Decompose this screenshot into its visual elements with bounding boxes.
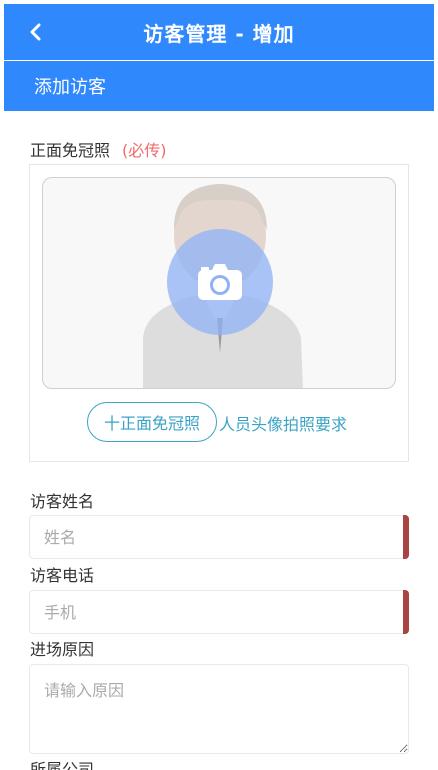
phone-input[interactable]	[30, 591, 408, 633]
phone-field	[29, 590, 409, 634]
reason-label: 进场原因	[30, 640, 95, 659]
page-title: 访客管理 - 增加	[143, 21, 295, 46]
form-content: 正面免冠照 (必传) 十正面免冠照 人员头像拍照要求 访客姓名 姓名 访客电话 …	[4, 111, 434, 770]
photo-preview[interactable]	[42, 177, 396, 389]
photo-label: 正面免冠照 (必传)	[30, 137, 167, 161]
company-label: 所属公司	[30, 760, 95, 770]
reason-textarea[interactable]	[30, 665, 408, 753]
photo-label-text: 正面免冠照	[30, 141, 111, 160]
required-flag	[403, 590, 409, 634]
camera-icon	[198, 264, 242, 300]
section-title-bar: 添加访客	[4, 61, 434, 111]
section-title: 添加访客	[34, 77, 106, 98]
name-input[interactable]	[30, 516, 408, 558]
photo-requirements-link[interactable]: 人员头像拍照要求	[219, 411, 347, 435]
reason-field	[29, 664, 409, 754]
phone-label: 访客电话	[30, 566, 95, 585]
chevron-left-icon	[30, 23, 41, 41]
name-label: 访客姓名	[30, 492, 95, 511]
app-header: 访客管理 - 增加	[4, 4, 434, 60]
required-flag	[403, 515, 409, 559]
add-photo-button[interactable]: 十正面免冠照	[87, 402, 217, 442]
name-field	[29, 515, 409, 559]
photo-upload-card: 十正面免冠照 人员头像拍照要求	[29, 164, 409, 462]
back-button[interactable]	[22, 18, 50, 46]
required-mark: (必传)	[122, 141, 167, 160]
